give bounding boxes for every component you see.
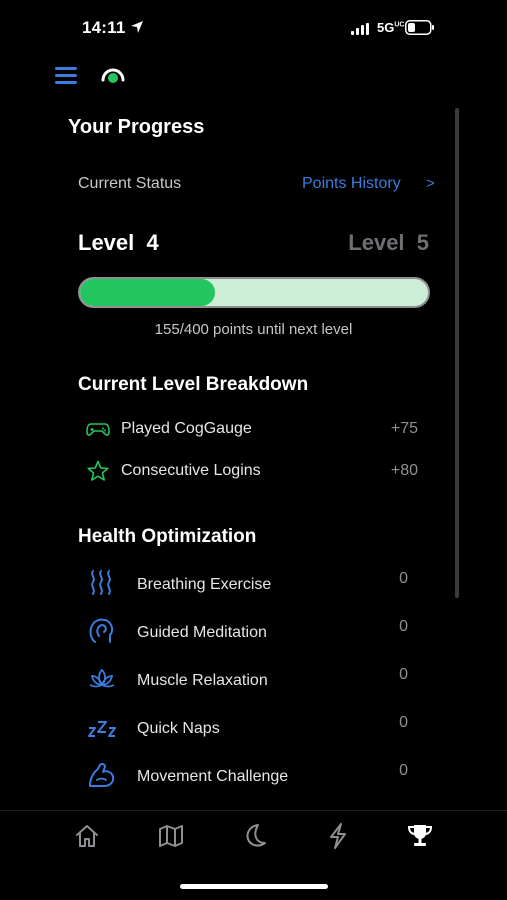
menu-line — [55, 67, 77, 70]
health-value: 0 — [399, 570, 408, 587]
level-progress-fill — [80, 279, 215, 306]
network-sup: UC — [394, 21, 405, 29]
breakdown-item: Consecutive Logins +80 — [86, 458, 426, 484]
scroll-indicator[interactable] — [455, 108, 459, 598]
meditation-head-icon — [89, 618, 114, 643]
lotus-icon — [89, 668, 115, 688]
battery-icon — [405, 20, 434, 35]
health-item[interactable]: Quick Naps 0 — [86, 710, 416, 744]
health-label: Muscle Relaxation — [137, 672, 268, 689]
moon-icon[interactable] — [240, 821, 270, 851]
menu-line — [55, 81, 77, 84]
zzz-icon — [88, 721, 116, 737]
breakdown-points: +75 — [390, 420, 418, 437]
health-title: Health Optimization — [78, 526, 257, 547]
status-bar: 14:11 5GUC — [0, 0, 507, 56]
breakdown-title: Current Level Breakdown — [78, 374, 309, 395]
lightning-icon[interactable] — [323, 821, 353, 851]
star-icon — [87, 460, 109, 481]
health-label: Guided Meditation — [137, 624, 267, 641]
progress-caption: 155/400 points until next level — [154, 321, 353, 338]
home-icon[interactable] — [72, 821, 102, 851]
trophy-icon[interactable] — [405, 821, 435, 851]
breakdown-item: Played CogGauge +75 — [86, 416, 426, 442]
menu-button[interactable] — [55, 65, 79, 85]
page-title: Your Progress — [68, 116, 205, 138]
breakdown-label: Played CogGauge — [121, 420, 252, 437]
map-icon[interactable] — [156, 821, 186, 851]
breakdown-label: Consecutive Logins — [121, 462, 261, 479]
gamepad-icon — [86, 423, 110, 436]
points-history-link[interactable]: Points History — [302, 175, 401, 193]
network-label: 5G — [377, 20, 395, 35]
next-level: Level 5 — [348, 230, 429, 255]
network-type: 5GUC — [377, 20, 404, 35]
health-value: 0 — [399, 618, 408, 635]
health-label: Quick Naps — [137, 720, 220, 737]
status-time: 14:11 — [82, 18, 126, 37]
breakdown-points: +80 — [390, 462, 418, 479]
current-level: Level 4 — [78, 230, 159, 255]
chevron-right-icon[interactable]: > — [426, 175, 435, 192]
location-arrow-icon — [131, 21, 143, 33]
health-item[interactable]: Guided Meditation 0 — [86, 614, 416, 648]
cellular-signal-icon — [351, 23, 369, 35]
health-value: 0 — [399, 666, 408, 683]
health-label: Movement Challenge — [137, 768, 289, 785]
health-label: Breathing Exercise — [137, 576, 272, 593]
health-value: 0 — [399, 762, 408, 779]
health-item[interactable]: Muscle Relaxation 0 — [86, 662, 416, 696]
bottom-tab-bar — [0, 810, 507, 860]
menu-line — [55, 74, 77, 77]
app-logo-icon — [101, 68, 125, 83]
current-status-label: Current Status — [78, 175, 182, 192]
breathing-waves-icon — [91, 570, 111, 595]
home-indicator[interactable] — [180, 884, 328, 889]
health-item[interactable]: Breathing Exercise 0 — [86, 566, 416, 600]
flexed-arm-icon — [89, 762, 115, 787]
level-progress-bar — [78, 277, 430, 308]
health-item[interactable]: Movement Challenge 0 — [86, 758, 416, 792]
health-value: 0 — [399, 714, 408, 731]
